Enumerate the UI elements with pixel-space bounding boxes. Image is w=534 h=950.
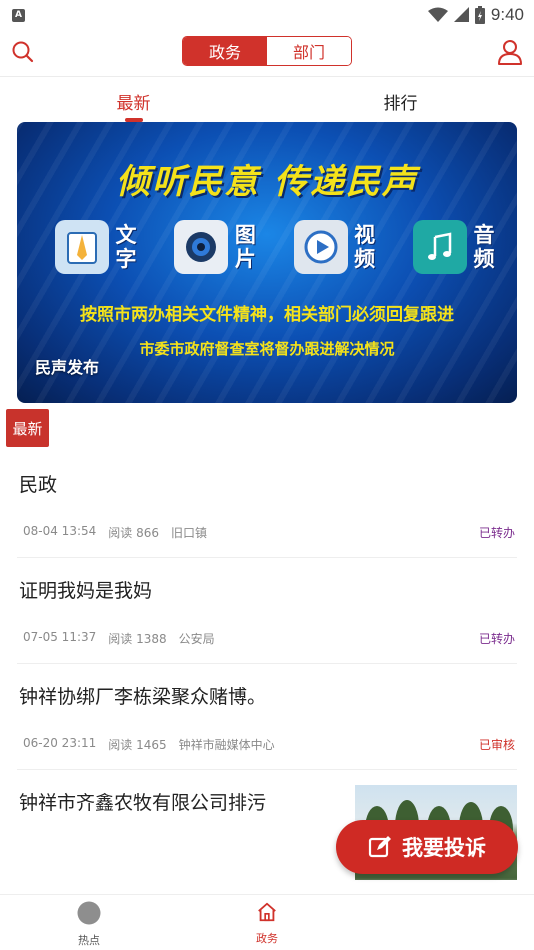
status-badge: 已审核 xyxy=(478,738,515,752)
battery-icon xyxy=(474,6,485,24)
content-tabs: 最新 排行 xyxy=(0,77,534,122)
banner-item-label: 图片 xyxy=(234,223,256,271)
list-item[interactable]: 证明我妈是我妈 07-05 11:37 阅读 1388 公安局 已转办 xyxy=(17,566,517,664)
news-title: 民政 xyxy=(19,474,58,496)
banner-item-label: 文字 xyxy=(115,223,137,271)
user-icon[interactable] xyxy=(496,38,524,66)
news-title: 钟祥市齐鑫农牧有限公司排污 xyxy=(19,792,267,814)
status-bar: A 9:40 xyxy=(0,0,534,30)
status-badge: 已转办 xyxy=(478,632,515,646)
banner-item-text: 文字 xyxy=(55,220,137,274)
news-source: 旧口镇 xyxy=(171,526,208,540)
news-meta: 07-05 11:37 阅读 1388 公安局 xyxy=(23,630,215,647)
notification-icon: A xyxy=(12,8,25,22)
home-icon xyxy=(258,902,276,922)
banner-headline: 倾听民意 传递民声 xyxy=(116,162,418,202)
news-meta: 08-04 13:54 阅读 866 旧口镇 xyxy=(23,524,207,541)
banner-item-image: 图片 xyxy=(174,220,256,274)
news-source: 公安局 xyxy=(178,632,215,646)
video-icon xyxy=(293,220,348,274)
news-time: 08-04 13:54 xyxy=(23,524,97,538)
news-reads: 阅读 1465 xyxy=(108,738,167,752)
nav-item-government[interactable]: 政务 xyxy=(227,901,307,946)
banner[interactable]: 倾听民意 传递民声 文字 图片 视频 音频 按照市两办相关文件精神，相关部门必须… xyxy=(17,122,517,403)
news-title: 证明我妈是我妈 xyxy=(19,580,153,602)
latest-tag: 最新 xyxy=(6,409,49,447)
banner-text-line1: 按照市两办相关文件精神，相关部门必须回复跟进 xyxy=(80,305,454,325)
list-fade xyxy=(0,878,534,894)
nav-label: 政务 xyxy=(256,932,278,945)
banner-item-video: 视频 xyxy=(293,220,376,274)
tab-latest[interactable]: 最新 xyxy=(0,77,267,122)
news-reads: 阅读 1388 xyxy=(108,632,167,646)
list-divider xyxy=(17,769,517,770)
hot-icon xyxy=(77,901,101,925)
news-source: 钟祥市融媒体中心 xyxy=(178,738,275,752)
banner-item-audio: 音频 xyxy=(412,220,495,274)
text-icon xyxy=(55,220,109,274)
search-icon[interactable] xyxy=(10,39,36,65)
list-item[interactable]: 钟祥协绑厂李栋梁聚众赌博。 06-20 23:11 阅读 1465 钟祥市融媒体… xyxy=(17,672,517,770)
banner-item-label: 视频 xyxy=(354,223,376,271)
banner-icons: 文字 图片 视频 音频 xyxy=(55,220,495,274)
audio-icon xyxy=(412,220,467,274)
status-time: 9:40 xyxy=(490,5,524,24)
status-icons: 9:40 xyxy=(427,5,524,25)
signal-icon xyxy=(453,7,469,22)
list-item[interactable]: 民政 08-04 13:54 阅读 866 旧口镇 已转办 xyxy=(17,460,517,558)
banner-item-label: 音频 xyxy=(473,223,495,271)
banner-caption: 民声发布 xyxy=(35,358,100,377)
status-badge: 已转办 xyxy=(478,526,515,540)
wifi-icon xyxy=(427,7,448,22)
segment-department[interactable]: 部门 xyxy=(267,37,351,65)
header: 政务 部门 xyxy=(0,30,534,76)
news-title: 钟祥协绑厂李栋梁聚众赌博。 xyxy=(19,686,267,708)
news-time: 07-05 11:37 xyxy=(23,630,97,644)
tab-ranking[interactable]: 排行 xyxy=(267,77,534,122)
bottom-nav: 热点 政务 xyxy=(0,894,534,950)
segment-control: 政务 部门 xyxy=(182,36,352,66)
nav-label: 热点 xyxy=(78,934,100,947)
news-meta: 06-20 23:11 阅读 1465 钟祥市融媒体中心 xyxy=(23,736,275,753)
news-time: 06-20 23:11 xyxy=(23,736,97,750)
complain-button[interactable]: 我要投诉 xyxy=(336,820,518,874)
edit-icon xyxy=(368,836,391,858)
news-reads: 阅读 866 xyxy=(108,526,159,540)
segment-government[interactable]: 政务 xyxy=(183,37,267,65)
list-divider xyxy=(17,663,517,664)
nav-item-hot[interactable]: 热点 xyxy=(49,901,129,948)
complain-label: 我要投诉 xyxy=(402,836,486,860)
image-icon xyxy=(174,220,229,274)
list-divider xyxy=(17,557,517,558)
